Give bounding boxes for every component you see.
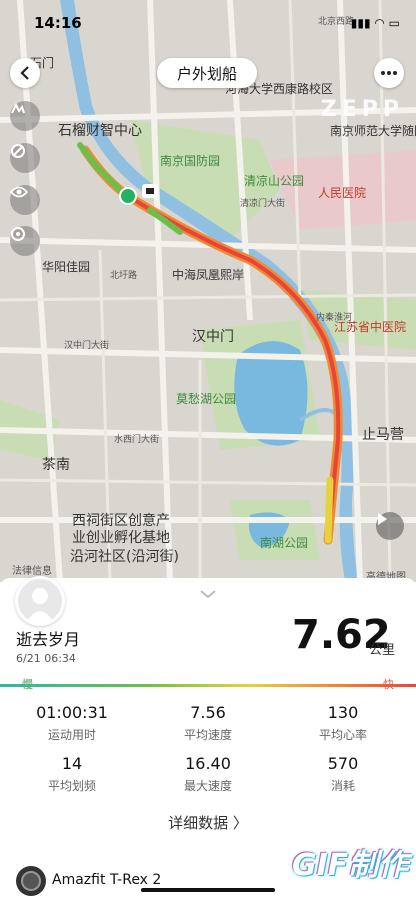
home-indicator[interactable]: [141, 888, 275, 892]
stat-value: 16.40: [185, 754, 231, 773]
chevron-left-icon: [20, 66, 29, 80]
toggle-route-button[interactable]: [10, 143, 40, 173]
detail-data-link[interactable]: 详细数据 〉: [0, 812, 416, 833]
user-name: 逝去岁月: [16, 630, 81, 649]
stat-value: 130: [327, 703, 359, 722]
stat-duration: 01:00:31 运动用时: [12, 703, 132, 743]
locate-button[interactable]: [10, 226, 40, 256]
map-label-place: 业创业孵化基地: [72, 530, 170, 546]
map-label-road: 北圩路: [110, 271, 138, 281]
stat-value: 570: [327, 754, 359, 773]
user-silhouette-icon: [26, 588, 54, 623]
device-name: Amazfit T-Rex 2: [52, 872, 162, 888]
workout-date: 6/21 06:34: [16, 652, 76, 665]
stat-label: 平均速度: [183, 728, 232, 742]
more-icon: [381, 71, 397, 75]
view-toggle-button[interactable]: [10, 185, 40, 215]
collapse-panel-button[interactable]: [199, 584, 217, 603]
map-label-place: 茶南: [42, 457, 70, 473]
status-icons: ▮▮▮ ◠ ▭: [350, 16, 400, 30]
hide-route-icon: [11, 144, 25, 158]
map-label-road: 清凉门大街: [240, 199, 286, 209]
eye-icon: [10, 186, 28, 198]
map-label-place: 中海凤凰熙岸: [172, 268, 245, 282]
map-label-road: 水西门大街: [114, 435, 160, 445]
map-label-place: 华阳佳园: [42, 260, 91, 274]
legal-info-link[interactable]: 法律信息: [12, 562, 52, 577]
playback-button[interactable]: [376, 512, 404, 540]
stat-label: 平均划频: [47, 779, 96, 793]
stat-avg-speed: 7.56 平均速度: [148, 703, 268, 743]
stat-label: 消耗: [330, 779, 355, 793]
distance-unit: 公里: [369, 643, 396, 658]
stat-value: 7.56: [190, 703, 226, 722]
stat-value: 14: [61, 754, 83, 773]
status-time: 14:16: [34, 14, 82, 32]
page-title: 户外划船: [157, 58, 257, 88]
stat-label: 运动用时: [47, 728, 96, 742]
locate-icon: [11, 227, 25, 241]
status-bar: 14:16 ▮▮▮ ◠ ▭: [0, 0, 416, 44]
map-label-hospital: 人民医院: [318, 186, 367, 200]
map-label-road: 汉中门大街: [64, 341, 110, 351]
map-label-park: 南京国防园: [160, 154, 221, 168]
map-label-place: 石榴财智中心: [58, 123, 142, 139]
more-button[interactable]: [374, 58, 404, 88]
map-label-place: 汉中门: [192, 329, 234, 345]
chevron-down-icon: [200, 590, 216, 599]
watch-icon: [16, 866, 46, 896]
gif-maker-watermark: GIF制作: [292, 848, 409, 883]
map-label-road: 内秦淮河: [316, 313, 353, 323]
speed-gradient-bar: [0, 684, 416, 687]
stat-avg-heart-rate: 130 平均心率: [283, 703, 403, 743]
map-label-park: 清凉山公园: [244, 174, 305, 188]
stat-max-speed: 16.40 最大速度: [148, 754, 268, 794]
stat-avg-stroke-rate: 14 平均划频: [12, 754, 132, 794]
stat-calories: 570 消耗: [283, 754, 403, 794]
play-icon: [378, 513, 387, 525]
map-label-place: 沿河社区(沿河街): [70, 549, 179, 565]
map-label-park: 莫愁湖公园: [176, 392, 237, 406]
map-layers-icon: [11, 102, 25, 114]
stat-label: 平均心率: [318, 728, 367, 742]
map-style-button[interactable]: [10, 101, 40, 131]
map-label-place: 止马营: [362, 427, 404, 443]
map-label-park: 南湖公园: [260, 536, 309, 550]
zepp-watermark: ZEPP: [320, 97, 404, 122]
stat-value: 01:00:31: [36, 703, 108, 722]
back-button[interactable]: [10, 58, 40, 88]
stat-label: 最大速度: [183, 779, 232, 793]
map-label-place: 南京师范大学随园: [330, 124, 416, 138]
avatar[interactable]: [15, 576, 65, 626]
